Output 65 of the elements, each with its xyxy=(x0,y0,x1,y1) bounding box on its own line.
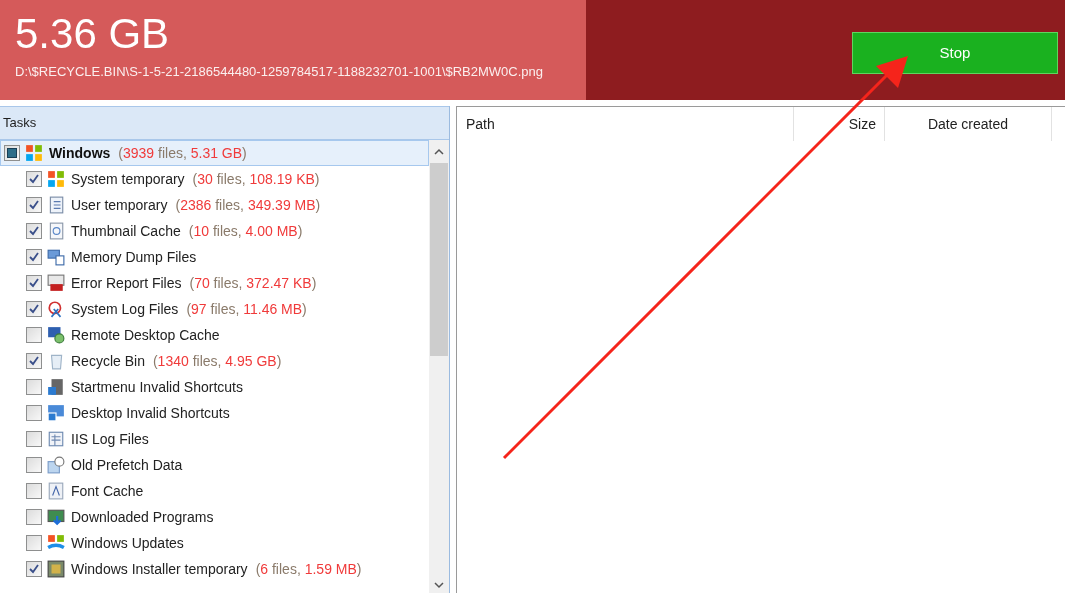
toolbox-icon xyxy=(47,274,65,292)
tasks-title: Tasks xyxy=(3,114,37,133)
checkbox[interactable] xyxy=(26,509,42,525)
item-label: Font Cache xyxy=(71,481,144,501)
item-label: User temporary xyxy=(71,195,168,215)
checkbox[interactable] xyxy=(26,275,42,291)
item-label: System temporary xyxy=(71,169,185,189)
item-label: Recycle Bin xyxy=(71,351,145,371)
scroll-down-icon[interactable] xyxy=(434,582,444,589)
item-label: System Log Files xyxy=(71,299,179,319)
item-stats: (2386 files, 349.39 MB) xyxy=(175,195,321,215)
item-stats: (6 files, 1.59 MB) xyxy=(255,559,362,579)
item-label: Error Report Files xyxy=(71,273,182,293)
item-label: Old Prefetch Data xyxy=(71,455,183,475)
item-label: Desktop Invalid Shortcuts xyxy=(71,403,230,423)
windows-logo-icon xyxy=(25,144,43,162)
checkbox[interactable] xyxy=(26,457,42,473)
checkbox[interactable] xyxy=(26,405,42,421)
item-label: Startmenu Invalid Shortcuts xyxy=(71,377,243,397)
scrollbar[interactable] xyxy=(429,140,449,593)
item-stats: (3939 files, 5.31 GB) xyxy=(118,143,247,163)
item-label: Windows Updates xyxy=(71,533,184,553)
checkbox[interactable] xyxy=(26,327,42,343)
item-stats: (97 files, 11.46 MB) xyxy=(186,299,307,319)
document-icon xyxy=(47,222,65,240)
column-header[interactable]: Path xyxy=(457,107,793,141)
shortcut-icon xyxy=(47,378,65,396)
font-icon xyxy=(47,482,65,500)
checkbox[interactable] xyxy=(4,145,20,161)
checkbox[interactable] xyxy=(26,483,42,499)
item-stats: (70 files, 372.47 KB) xyxy=(189,273,317,293)
item-label: Thumbnail Cache xyxy=(71,221,181,241)
checkbox[interactable] xyxy=(26,561,42,577)
item-label: Downloaded Programs xyxy=(71,507,214,527)
checkbox[interactable] xyxy=(26,171,42,187)
checkbox[interactable] xyxy=(26,223,42,239)
windows-logo-icon xyxy=(47,534,65,552)
checkbox[interactable] xyxy=(26,249,42,265)
windows-logo-icon xyxy=(47,170,65,188)
shortcut-icon xyxy=(47,404,65,422)
checkbox[interactable] xyxy=(26,431,42,447)
checkbox[interactable] xyxy=(26,353,42,369)
document-icon xyxy=(47,430,65,448)
download-icon xyxy=(47,508,65,526)
item-stats: (1340 files, 4.95 GB) xyxy=(152,351,282,371)
item-label: Windows Installer temporary xyxy=(71,559,248,579)
item-stats: (30 files, 108.19 KB) xyxy=(192,169,320,189)
item-label: Remote Desktop Cache xyxy=(71,325,220,345)
document-icon xyxy=(47,196,65,214)
scrollbar-thumb[interactable] xyxy=(430,163,448,356)
item-stats: (10 files, 4.00 MB) xyxy=(188,221,303,241)
item-label: Windows xyxy=(49,143,111,163)
checkbox[interactable] xyxy=(26,535,42,551)
installer-icon xyxy=(47,560,65,578)
tree-item[interactable]: Windows (3939 files, 5.31 GB) xyxy=(0,140,429,166)
column-header[interactable]: Size xyxy=(793,107,884,141)
item-label: Memory Dump Files xyxy=(71,247,197,267)
checkbox[interactable] xyxy=(26,301,42,317)
item-label: IIS Log Files xyxy=(71,429,149,449)
column-header[interactable]: Date created xyxy=(884,107,1052,141)
checkbox[interactable] xyxy=(26,197,42,213)
checkbox[interactable] xyxy=(26,379,42,395)
current-file-path: D:\$RECYCLE.BIN\S-1-5-21-2186544480-1259784517-1188232701-1001\$RB2MW0C.png xyxy=(15,63,544,81)
total-size: 5.36 GB xyxy=(15,12,171,56)
scroll-up-icon[interactable] xyxy=(434,148,444,155)
